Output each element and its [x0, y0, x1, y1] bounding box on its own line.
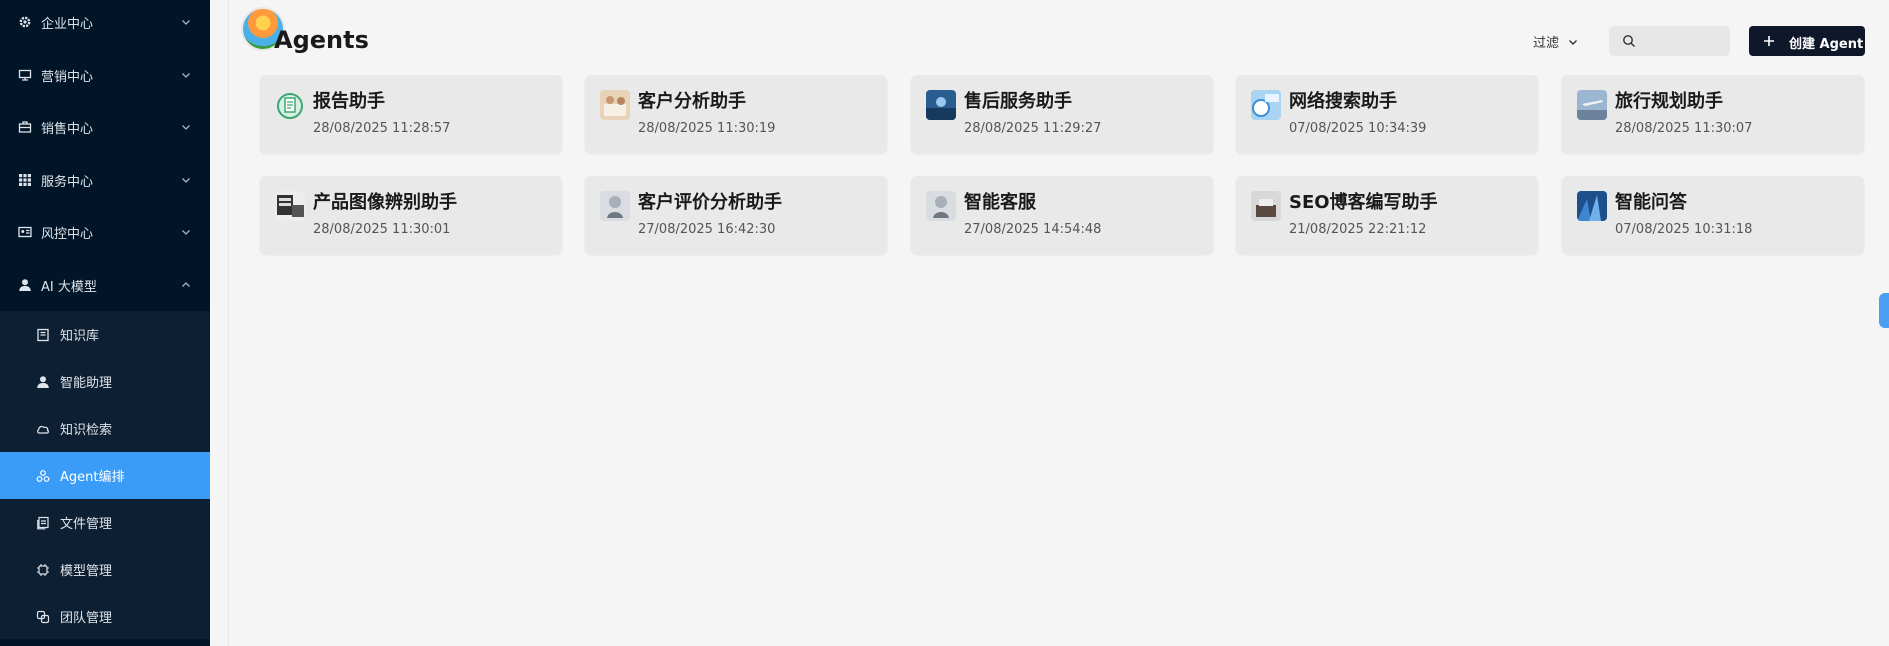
sidebar-item-marketing[interactable]: 营销中心 — [0, 49, 210, 101]
create-agent-label: 创建 Agent — [1789, 37, 1864, 52]
sidebar-item-service[interactable]: 服务中心 — [0, 154, 210, 206]
chevron-down-icon — [182, 230, 190, 235]
sidebar-item-label: 销售中心 — [41, 121, 94, 137]
sidebar-item-agent-orchestration[interactable]: Agent编排 — [0, 452, 210, 499]
agent-card-customer-analysis[interactable]: 客户分析助手 28/08/2025 11:30:19 — [585, 75, 887, 153]
sidebar-item-label: 团队管理 — [60, 611, 113, 626]
sidebar-item-sales[interactable]: 销售中心 — [0, 101, 210, 153]
id-card-icon — [18, 225, 32, 239]
agent-timestamp: 28/08/2025 11:30:07 — [1615, 121, 1753, 136]
agent-timestamp: 28/08/2025 11:30:01 — [313, 222, 451, 237]
product-image-avatar-icon — [275, 191, 305, 221]
grid-icon — [18, 173, 32, 187]
agent-timestamp: 28/08/2025 11:29:27 — [964, 121, 1102, 136]
chevron-down-icon — [182, 178, 190, 183]
agent-card-customer-review[interactable]: 客户评价分析助手 27/08/2025 16:42:30 — [585, 176, 887, 254]
sidebar: 企业中心 营销中心 销售中心 服务中心 风控中心 AI 大模型 知识库 智能助理… — [0, 0, 210, 646]
sidebar-item-knowledge-search[interactable]: 知识检索 — [0, 405, 210, 452]
agent-name: SEO博客编写助手 — [1289, 192, 1438, 213]
seo-blog-avatar-icon — [1251, 191, 1281, 221]
filter-label: 过滤 — [1533, 36, 1560, 51]
user-icon — [18, 278, 32, 292]
agent-name: 客户评价分析助手 — [638, 192, 782, 213]
agent-card-after-sales[interactable]: 售后服务助手 28/08/2025 11:29:27 — [911, 75, 1213, 153]
chip-icon — [36, 563, 50, 577]
sidebar-item-model-management[interactable]: 模型管理 — [0, 546, 210, 593]
briefcase-icon — [18, 120, 32, 134]
team-icon — [36, 610, 50, 624]
customer-analysis-avatar-icon — [600, 90, 630, 120]
user-icon — [36, 375, 50, 389]
side-float-tab[interactable] — [1879, 293, 1889, 328]
agent-timestamp: 27/08/2025 16:42:30 — [638, 222, 776, 237]
create-agent-button[interactable]: 创建 Agent — [1749, 26, 1865, 56]
sidebar-item-label: 模型管理 — [60, 564, 113, 579]
content-divider — [228, 0, 229, 646]
sidebar-item-label: 服务中心 — [41, 174, 94, 190]
sidebar-item-label: 知识检索 — [60, 423, 113, 438]
customer-review-avatar-icon — [600, 191, 630, 221]
agent-card-qa[interactable]: 智能问答 07/08/2025 10:31:18 — [1562, 176, 1864, 254]
sidebar-item-risk[interactable]: 风控中心 — [0, 206, 210, 258]
agent-timestamp: 07/08/2025 10:34:39 — [1289, 121, 1427, 136]
sidebar-item-knowledge-base[interactable]: 知识库 — [0, 311, 210, 358]
chevron-down-icon — [1569, 39, 1578, 45]
agent-name: 客户分析助手 — [638, 91, 746, 112]
sidebar-item-label: 风控中心 — [41, 226, 94, 242]
sidebar-item-ai-model[interactable]: AI 大模型 — [0, 259, 210, 311]
chevron-down-icon — [182, 20, 190, 25]
cloud-icon — [36, 422, 50, 436]
after-sales-avatar-icon — [926, 90, 956, 120]
chevron-down-icon — [182, 73, 190, 78]
book-icon — [36, 328, 50, 342]
sidebar-submenu: 知识库 智能助理 知识检索 Agent编排 文件管理 模型管理 团队管理 — [0, 311, 210, 639]
agent-timestamp: 21/08/2025 22:21:12 — [1289, 222, 1427, 237]
agent-name: 报告助手 — [313, 91, 385, 112]
sidebar-item-file-management[interactable]: 文件管理 — [0, 499, 210, 546]
travel-planning-avatar-icon — [1577, 90, 1607, 120]
plus-icon — [1764, 36, 1774, 46]
sidebar-item-label: 文件管理 — [60, 517, 113, 532]
sidebar-item-label: 智能助理 — [60, 376, 113, 391]
sidebar-item-label: 营销中心 — [41, 69, 94, 85]
sidebar-item-label: AI 大模型 — [41, 279, 97, 295]
agent-icon — [36, 469, 50, 483]
agent-card-travel-planning[interactable]: 旅行规划助手 28/08/2025 11:30:07 — [1562, 75, 1864, 153]
agent-name: 智能客服 — [964, 192, 1036, 213]
agent-timestamp: 27/08/2025 14:54:48 — [964, 222, 1102, 237]
agent-name: 售后服务助手 — [964, 91, 1072, 112]
chevron-up-icon — [182, 282, 190, 287]
gear-icon — [18, 15, 32, 29]
report-avatar-icon — [275, 90, 305, 120]
qa-avatar-icon — [1577, 191, 1607, 221]
search-icon — [1623, 35, 1635, 47]
sidebar-item-label: 企业中心 — [41, 16, 94, 32]
sidebar-item-label: Agent编排 — [60, 470, 125, 485]
monitor-icon — [18, 68, 32, 82]
sidebar-item-team-management[interactable]: 团队管理 — [0, 593, 210, 640]
sidebar-item-label: 知识库 — [60, 329, 100, 344]
chevron-down-icon — [182, 125, 190, 130]
agent-card-product-image[interactable]: 产品图像辨别助手 28/08/2025 11:30:01 — [260, 176, 562, 254]
agent-name: 网络搜索助手 — [1289, 91, 1397, 112]
smart-service-avatar-icon — [926, 191, 956, 221]
filter-dropdown[interactable]: 过滤 — [1533, 32, 1579, 51]
agent-card-seo-blog[interactable]: SEO博客编写助手 21/08/2025 22:21:12 — [1236, 176, 1538, 254]
sidebar-item-enterprise[interactable]: 企业中心 — [0, 0, 210, 48]
agent-card-report[interactable]: 报告助手 28/08/2025 11:28:57 — [260, 75, 562, 153]
agent-card-web-search[interactable]: 网络搜索助手 07/08/2025 10:34:39 — [1236, 75, 1538, 153]
sidebar-item-assistant[interactable]: 智能助理 — [0, 358, 210, 405]
web-search-avatar-icon — [1251, 90, 1281, 120]
page-title: Agents — [274, 26, 369, 54]
agent-name: 智能问答 — [1615, 192, 1687, 213]
agent-timestamp: 07/08/2025 10:31:18 — [1615, 222, 1753, 237]
files-icon — [36, 516, 50, 530]
agent-name: 旅行规划助手 — [1615, 91, 1723, 112]
agent-card-smart-service[interactable]: 智能客服 27/08/2025 14:54:48 — [911, 176, 1213, 254]
agent-timestamp: 28/08/2025 11:28:57 — [313, 121, 451, 136]
agent-timestamp: 28/08/2025 11:30:19 — [638, 121, 776, 136]
agent-name: 产品图像辨别助手 — [313, 192, 457, 213]
